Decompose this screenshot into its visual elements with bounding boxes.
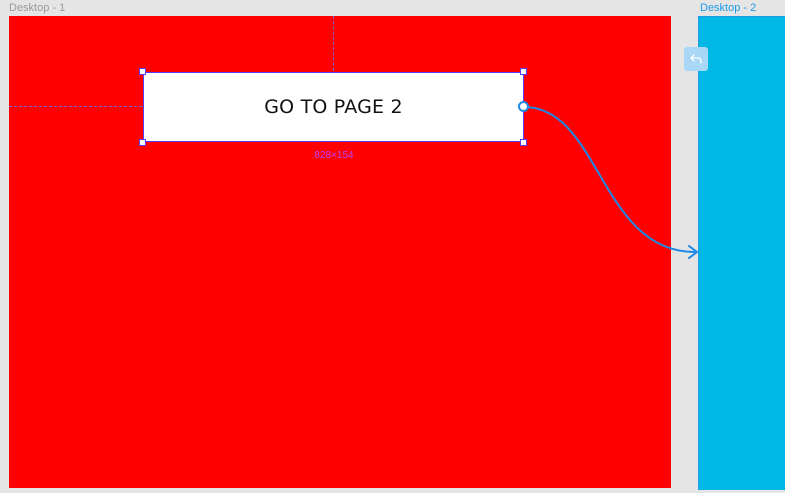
connector-start-node[interactable] — [518, 101, 529, 112]
dimension-label: 828×154 — [314, 150, 354, 161]
button-label: GO TO PAGE 2 — [264, 96, 403, 118]
resize-handle-top-right[interactable] — [520, 68, 527, 75]
resize-handle-bottom-left[interactable] — [139, 139, 146, 146]
design-canvas[interactable]: Desktop - 1 Desktop - 2 GO TO PAGE 2 828… — [0, 0, 785, 493]
vertical-guide-line — [333, 16, 334, 71]
horizontal-guide-line — [9, 106, 142, 107]
resize-handle-top-left[interactable] — [139, 68, 146, 75]
frame-label-desktop-1[interactable]: Desktop - 1 — [9, 2, 65, 15]
back-action-button[interactable] — [684, 47, 708, 71]
reply-arrow-icon — [690, 54, 702, 64]
frame-label-desktop-2[interactable]: Desktop - 2 — [700, 2, 756, 15]
go-to-page-2-button[interactable]: GO TO PAGE 2 — [143, 72, 524, 142]
frame-desktop-2[interactable] — [698, 16, 785, 490]
resize-handle-bottom-right[interactable] — [520, 139, 527, 146]
connector-arrowhead-icon — [688, 245, 698, 259]
